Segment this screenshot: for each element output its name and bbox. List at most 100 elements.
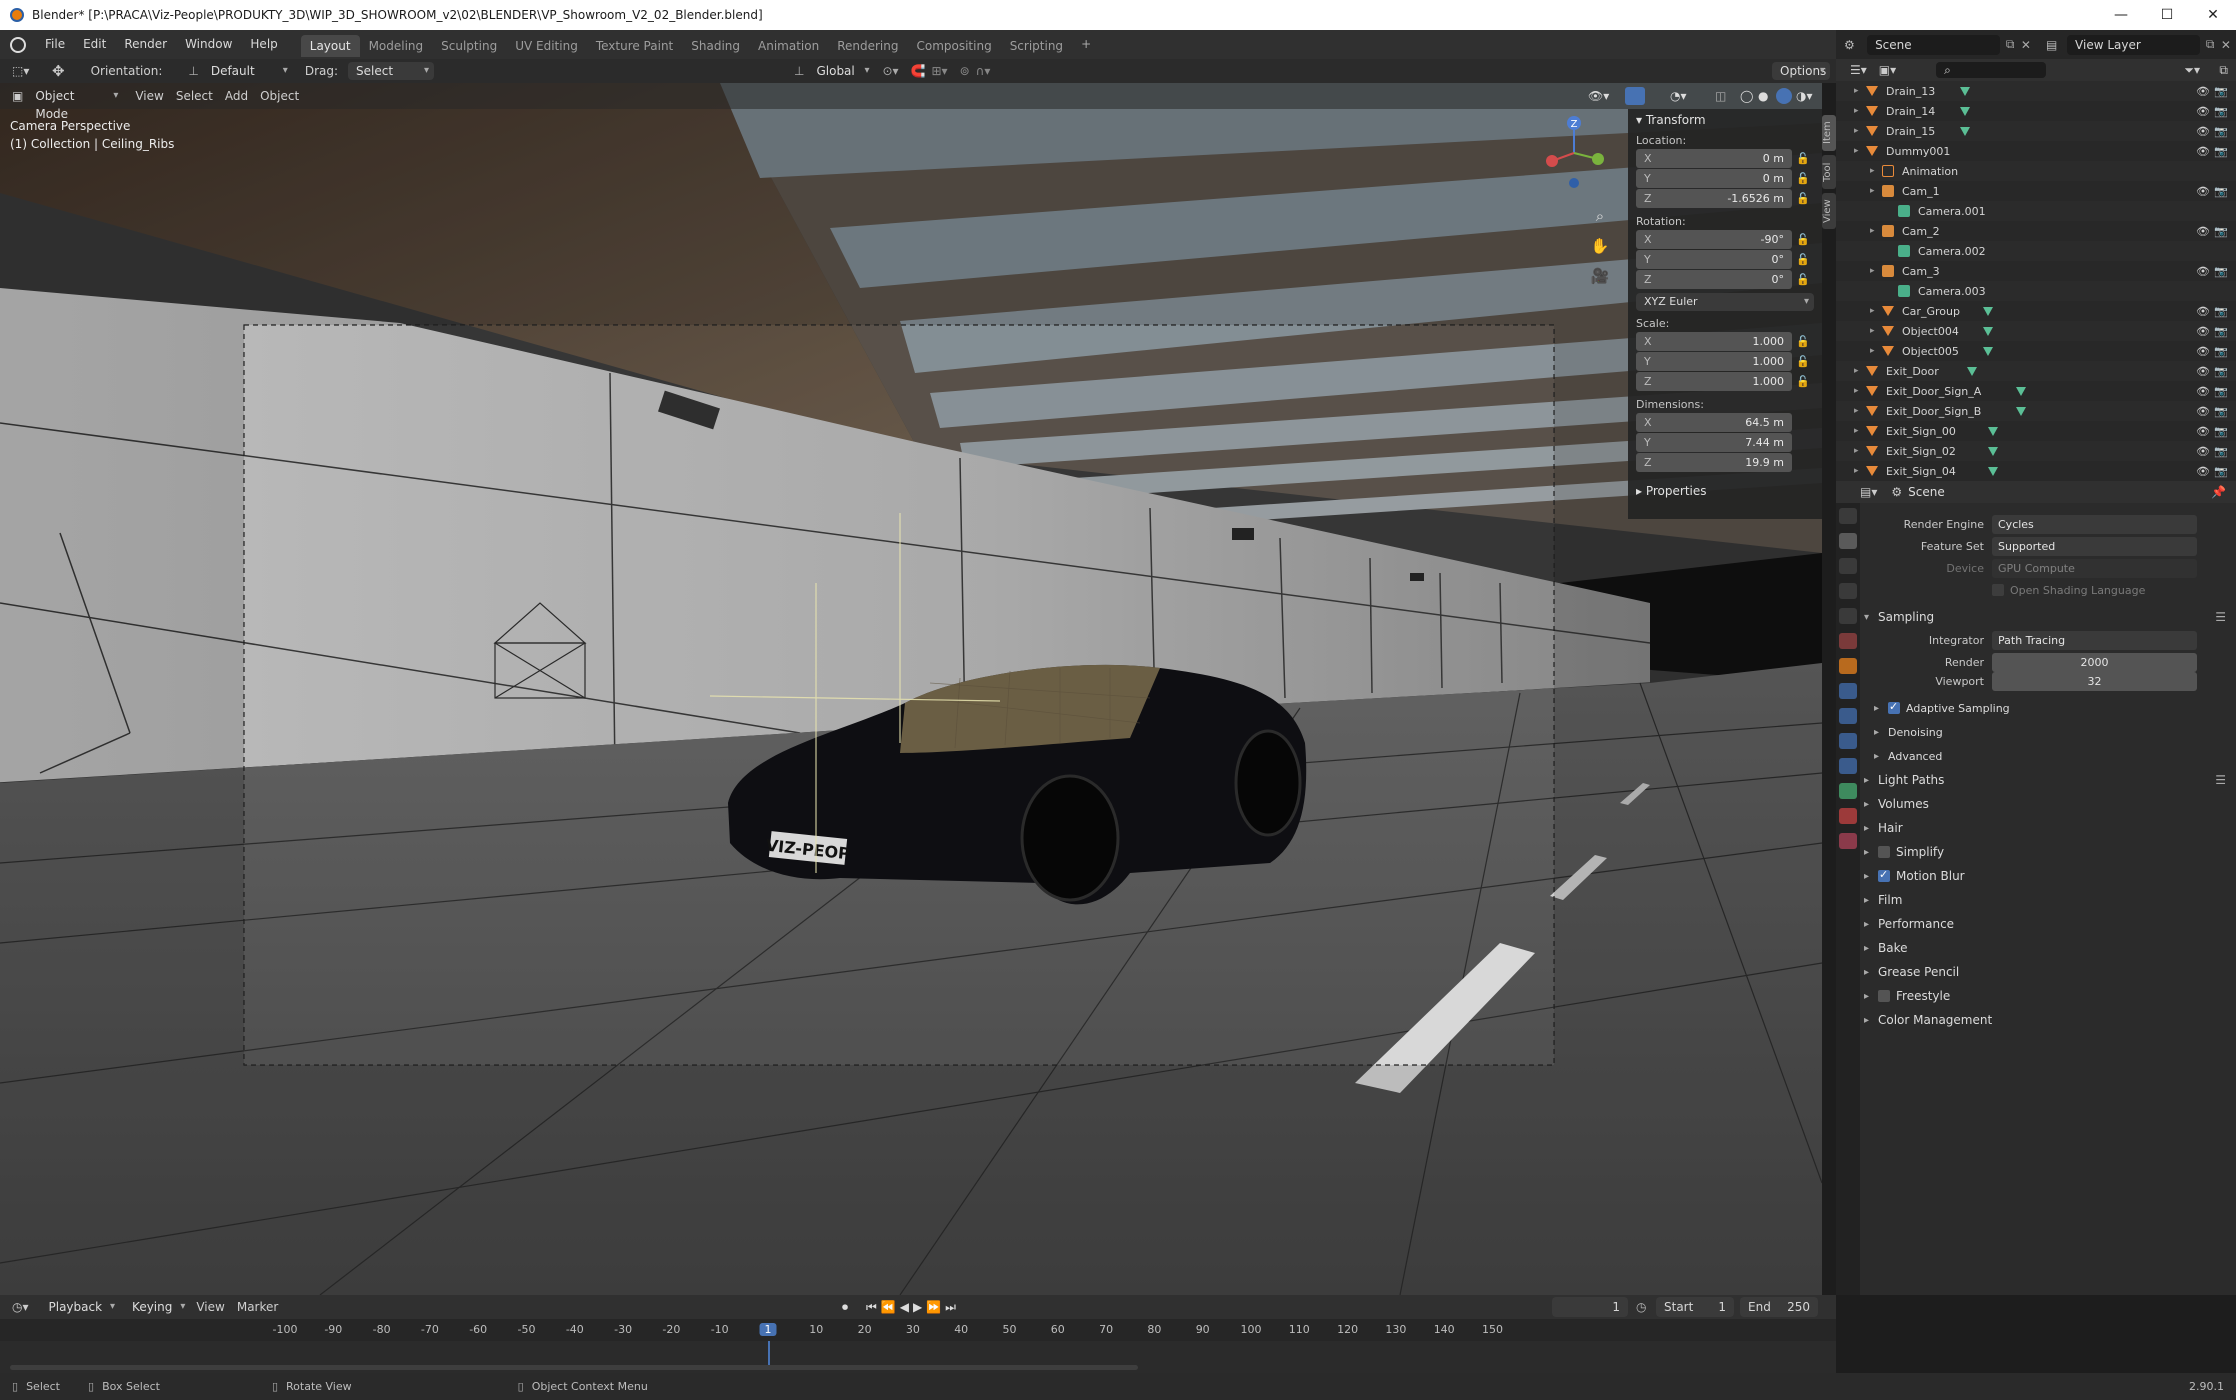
render-camera-icon[interactable]: 📷 <box>2214 105 2228 118</box>
outliner-row[interactable]: ▸ Exit_Door_Sign_B 👁 📷 <box>1836 401 2236 421</box>
visibility-eye-icon[interactable]: 👁 <box>2196 145 2210 158</box>
viewport-menu-add[interactable]: Add <box>219 89 254 103</box>
constraints-tab-icon[interactable] <box>1839 758 1857 774</box>
outliner-row[interactable]: ▸ Drain_14 👁 📷 <box>1836 101 2236 121</box>
visibility-icon[interactable]: 👁▾ <box>1588 89 1609 103</box>
viewport-samples-field[interactable]: 32 <box>1992 671 2197 691</box>
panel-grease-pencil[interactable]: ▸ Grease Pencil <box>1864 960 2236 984</box>
lock-icon[interactable]: 🔓 <box>1792 152 1814 165</box>
blender-menu-icon[interactable] <box>10 36 26 53</box>
visibility-eye-icon[interactable]: 👁 <box>2196 325 2210 338</box>
timeline-editor-icon[interactable]: ◷▾ <box>12 1300 29 1314</box>
lock-icon[interactable]: 🔓 <box>1792 192 1814 205</box>
denoising-section[interactable]: ▸ Denoising <box>1864 720 2236 744</box>
expand-arrow-icon[interactable]: ▸ <box>1854 86 1859 96</box>
visibility-eye-icon[interactable]: 👁 <box>2196 425 2210 438</box>
mesh-data-icon[interactable] <box>1960 86 1970 96</box>
overlays-icon[interactable]: ◔▾ <box>1670 89 1687 103</box>
lock-icon[interactable]: 🔓 <box>1792 375 1814 388</box>
menu-help[interactable]: Help <box>241 30 286 59</box>
sampling-presets-icon[interactable]: ☰ <box>2215 610 2226 624</box>
outliner-row[interactable]: ▸ Exit_Door 👁 📷 <box>1836 361 2236 381</box>
panel-film[interactable]: ▸ Film <box>1864 888 2236 912</box>
location-z-row[interactable]: Z -1.6526 m 🔓 <box>1636 189 1814 208</box>
falloff-icon[interactable]: ∩▾ <box>976 64 991 78</box>
display-mode-icon[interactable]: ☰▾ <box>1850 63 1867 77</box>
end-frame-field[interactable]: End 250 <box>1740 1297 1818 1317</box>
tab-item[interactable]: Item <box>1822 115 1836 151</box>
location-y-row[interactable]: Y0 m 🔓 <box>1636 169 1814 188</box>
world-tab-icon[interactable] <box>1839 633 1857 649</box>
outliner-row[interactable]: ▸ Object004 👁 📷 <box>1836 321 2236 341</box>
physics-tab-icon[interactable] <box>1839 733 1857 749</box>
visibility-eye-icon[interactable]: 👁 <box>2196 105 2210 118</box>
expand-arrow-icon[interactable]: ▸ <box>1870 166 1875 176</box>
render-camera-icon[interactable]: 📷 <box>2214 365 2228 378</box>
workspace-tab-sculpting[interactable]: Sculpting <box>432 35 506 57</box>
render-camera-icon[interactable]: 📷 <box>2214 325 2228 338</box>
render-camera-icon[interactable]: 📷 <box>2214 465 2228 478</box>
mesh-data-icon[interactable] <box>2016 386 2026 396</box>
playback-controls[interactable]: ⏮⏪◀▶⏩⏭ <box>866 1300 960 1315</box>
scale-z-row[interactable]: Z 1.000 🔓 <box>1636 372 1814 391</box>
workspace-tab-layout[interactable]: Layout <box>300 35 360 57</box>
panel-checkbox[interactable] <box>1878 990 1890 1002</box>
transform-pivot-icon[interactable]: ✥ <box>52 62 65 80</box>
panel-simplify[interactable]: ▸ Simplify <box>1864 840 2236 864</box>
scene-tab-icon[interactable] <box>1839 608 1857 624</box>
transform-panel-header[interactable]: ▾ Transform <box>1628 109 1822 131</box>
outliner-row[interactable]: ▸ Drain_15 👁 📷 <box>1836 121 2236 141</box>
expand-arrow-icon[interactable]: ▸ <box>1870 266 1875 276</box>
expand-arrow-icon[interactable]: ▸ <box>1864 775 1878 786</box>
axis-gizmo-icon[interactable]: Z <box>1540 113 1610 193</box>
mesh-data-icon[interactable] <box>1983 326 1993 336</box>
add-workspace-icon[interactable]: + <box>1072 30 1100 59</box>
current-frame-field[interactable]: 1 <box>1552 1297 1628 1317</box>
material-tab-icon[interactable] <box>1839 808 1857 824</box>
scale-x-field[interactable]: 1.000 <box>1660 332 1792 351</box>
maximize-icon[interactable]: ☐ <box>2144 0 2190 30</box>
osl-row[interactable]: Open Shading Language <box>1864 579 2236 601</box>
render-camera-icon[interactable]: 📷 <box>2214 305 2228 318</box>
outliner-row[interactable]: Camera.002 <box>1836 241 2236 261</box>
visibility-eye-icon[interactable]: 👁 <box>2196 85 2210 98</box>
timeline-view-menu[interactable]: View <box>190 1300 230 1314</box>
visibility-eye-icon[interactable]: 👁 <box>2196 305 2210 318</box>
camera-view-icon[interactable]: 🎥 <box>1588 261 1612 291</box>
drag-dropdown[interactable]: Select Box <box>348 62 435 96</box>
material-shading-icon[interactable] <box>1776 88 1792 104</box>
expand-arrow-icon[interactable]: ▸ <box>1854 366 1859 376</box>
dimensions-x-field[interactable]: 64.5 m <box>1660 413 1792 432</box>
panel-motion-blur[interactable]: ▸ Motion Blur <box>1864 864 2236 888</box>
solid-shading-icon[interactable]: ● <box>1758 89 1768 103</box>
wireframe-shading-icon[interactable]: ◯ <box>1740 89 1753 103</box>
viewport-menu-select[interactable]: Select <box>170 89 219 103</box>
scale-x-row[interactable]: X 1.000 🔓 <box>1636 332 1814 351</box>
render-camera-icon[interactable]: 📷 <box>2214 125 2228 138</box>
pin-icon[interactable]: 📌 <box>2211 485 2226 499</box>
expand-arrow-icon[interactable]: ▸ <box>1870 346 1875 356</box>
visibility-eye-icon[interactable]: 👁 <box>2196 225 2210 238</box>
menu-window[interactable]: Window <box>176 30 241 59</box>
location-z-field[interactable]: -1.6526 m <box>1660 189 1792 208</box>
integrator-dropdown[interactable]: Path Tracing <box>1992 630 2197 650</box>
lock-icon[interactable]: 🔓 <box>1792 233 1814 246</box>
rotation-z-field[interactable]: 0° <box>1660 270 1792 289</box>
panel-hair[interactable]: ▸ Hair <box>1864 816 2236 840</box>
minimize-icon[interactable]: — <box>2098 0 2144 30</box>
pivot-point-icon[interactable]: ⊙▾ <box>882 64 898 78</box>
outliner-search-input[interactable]: ⌕ <box>1936 62 2047 78</box>
data-tab-icon[interactable] <box>1839 783 1857 799</box>
outliner-row[interactable]: ▸ Cam_3 👁 📷 <box>1836 261 2236 281</box>
mesh-data-icon[interactable] <box>1988 426 1998 436</box>
playback-menu[interactable]: Playback <box>41 1298 121 1316</box>
dimensions-z-field[interactable]: 19.9 m <box>1660 453 1792 472</box>
expand-arrow-icon[interactable]: ▸ <box>1854 446 1859 456</box>
record-icon[interactable]: ⏺ <box>842 1300 848 1315</box>
lock-icon[interactable]: 🔓 <box>1792 172 1814 185</box>
panel-bake[interactable]: ▸ Bake <box>1864 936 2236 960</box>
adaptive-sampling-section[interactable]: ▸Adaptive Sampling <box>1864 696 2236 720</box>
render-camera-icon[interactable]: 📷 <box>2214 405 2228 418</box>
advanced-section[interactable]: ▸ Advanced <box>1864 744 2236 768</box>
tab-view[interactable]: View <box>1822 193 1836 229</box>
